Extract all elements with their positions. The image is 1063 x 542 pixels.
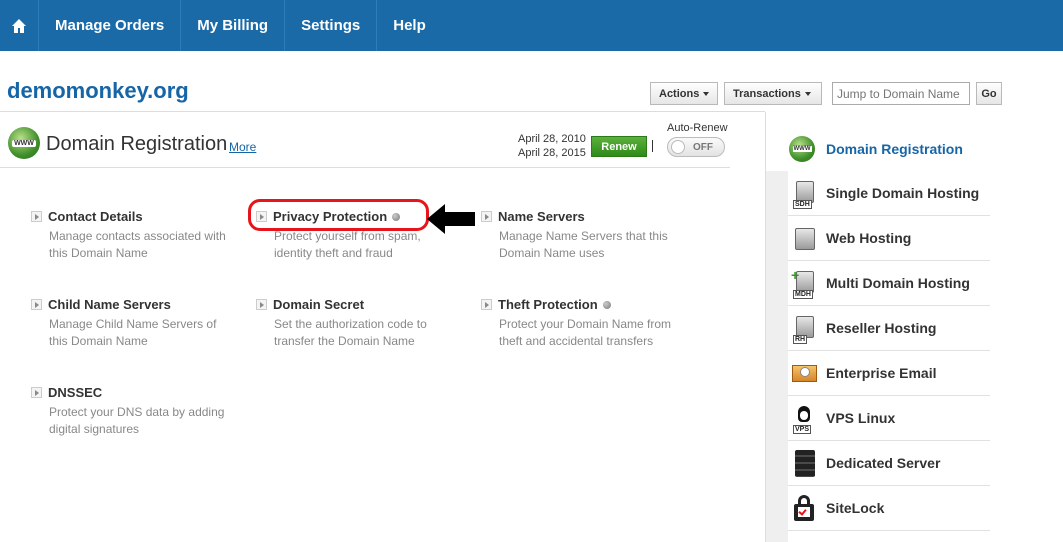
item-title[interactable]: Child Name Servers xyxy=(48,297,171,312)
auto-renew-toggle[interactable]: OFF xyxy=(667,137,725,157)
expand-arrow-icon xyxy=(481,211,492,222)
item-description: Manage contacts associated with this Doma… xyxy=(49,229,226,260)
status-dot-icon xyxy=(602,300,611,309)
sidebar-item-web-hosting[interactable]: Web Hosting xyxy=(788,216,990,261)
expiry-date: April 28, 2015 xyxy=(518,147,586,159)
divider xyxy=(0,111,765,112)
item-theft-protection[interactable]: Theft Protection Protect your Domain Nam… xyxy=(481,297,691,350)
item-description: Protect your Domain Name from theft and a… xyxy=(499,317,672,348)
transactions-label: Transactions xyxy=(733,87,801,100)
item-child-name-servers[interactable]: Child Name Servers Manage Child Name Ser… xyxy=(31,297,241,350)
expand-arrow-icon xyxy=(31,299,42,310)
renew-button[interactable]: Renew xyxy=(591,136,647,157)
item-title[interactable]: DNSSEC xyxy=(48,385,102,400)
top-nav: Manage Orders My Billing Settings Help xyxy=(0,0,1063,51)
toggle-knob xyxy=(671,140,685,154)
sidebar-item-reseller-hosting[interactable]: RH Reseller Hosting xyxy=(788,306,990,351)
nav-help[interactable]: Help xyxy=(376,0,442,51)
sidebar-shade xyxy=(766,171,788,542)
linux-penguin-icon: VPS xyxy=(791,404,817,434)
pointer-arrow-icon xyxy=(427,204,475,234)
item-contact-details[interactable]: Contact Details Manage contacts associat… xyxy=(31,209,241,262)
sidebar-item-vps-linux[interactable]: VPS VPS Linux xyxy=(788,396,990,441)
item-title[interactable]: Theft Protection xyxy=(498,297,598,312)
go-button[interactable]: Go xyxy=(976,82,1002,105)
lock-icon xyxy=(791,494,817,522)
transactions-dropdown[interactable]: Transactions xyxy=(724,82,822,105)
item-dnssec[interactable]: DNSSEC Protect your DNS data by adding di… xyxy=(31,385,241,438)
sidebar-item-label: Dedicated Server xyxy=(826,455,941,471)
caret-down-icon xyxy=(804,91,811,96)
sidebar-item-domain-registration[interactable]: WWW Domain Registration xyxy=(788,127,1018,171)
auto-renew-label: Auto-Renew xyxy=(667,122,728,134)
caret-down-icon xyxy=(703,91,710,96)
item-title[interactable]: Domain Secret xyxy=(273,297,364,312)
domain-title: demomonkey.org xyxy=(7,78,189,103)
actions-label: Actions xyxy=(659,87,700,100)
sidebar-item-label: Enterprise Email xyxy=(826,365,937,381)
www-globe-icon: WWW xyxy=(8,127,40,159)
sidebar-item-label: Web Hosting xyxy=(826,230,912,246)
sidebar-item-label: Domain Registration xyxy=(826,141,963,157)
www-globe-icon: WWW xyxy=(789,136,815,162)
email-envelope-icon xyxy=(791,359,817,387)
server-rh-icon: RH xyxy=(791,314,817,344)
dedicated-server-icon xyxy=(791,449,817,477)
expand-arrow-icon xyxy=(481,299,492,310)
item-description: Protect your DNS data by adding digital s… xyxy=(49,405,225,436)
nav-manage-orders[interactable]: Manage Orders xyxy=(38,0,180,51)
server-mdh-icon: + MDH xyxy=(791,267,817,299)
expand-arrow-icon xyxy=(256,299,267,310)
jump-to-domain-input[interactable] xyxy=(832,82,970,105)
nav-my-billing[interactable]: My Billing xyxy=(180,0,284,51)
item-description: Manage Name Servers that this Domain Name… xyxy=(499,229,668,260)
home-icon[interactable] xyxy=(0,0,38,51)
sidebar-item-dedicated-server[interactable]: Dedicated Server xyxy=(788,441,990,486)
sidebar-item-label: VPS Linux xyxy=(826,410,896,426)
item-title[interactable]: Name Servers xyxy=(498,209,585,224)
nav-settings[interactable]: Settings xyxy=(284,0,376,51)
separator xyxy=(652,140,653,152)
expand-arrow-icon xyxy=(31,387,42,398)
sidebar-item-label: Single Domain Hosting xyxy=(826,185,980,201)
sidebar-item-enterprise-email[interactable]: Enterprise Email xyxy=(788,351,990,396)
item-name-servers[interactable]: Name Servers Manage Name Servers that th… xyxy=(481,209,691,262)
item-description: Manage Child Name Servers of this Domain … xyxy=(49,317,217,348)
divider xyxy=(0,167,730,168)
highlight-ring xyxy=(248,199,429,231)
toggle-state: OFF xyxy=(693,141,713,153)
item-title[interactable]: Contact Details xyxy=(48,209,143,224)
item-domain-secret[interactable]: Domain Secret Set the authorization code… xyxy=(256,297,466,350)
server-icon xyxy=(791,224,817,252)
item-description: Set the authorization code to transfer th… xyxy=(274,317,427,348)
section-title: Domain Registration xyxy=(46,133,228,155)
sidebar-item-label: Multi Domain Hosting xyxy=(826,275,970,291)
sidebar-item-sitelock[interactable]: SiteLock xyxy=(788,486,990,531)
sidebar-item-label: SiteLock xyxy=(826,500,885,516)
server-sdh-icon: SDH xyxy=(791,179,817,209)
more-link[interactable]: More xyxy=(229,140,256,154)
actions-dropdown[interactable]: Actions xyxy=(650,82,718,105)
expand-arrow-icon xyxy=(31,211,42,222)
sidebar-item-multi-domain-hosting[interactable]: + MDH Multi Domain Hosting xyxy=(788,261,990,306)
sidebar-item-single-domain-hosting[interactable]: SDH Single Domain Hosting xyxy=(788,171,990,216)
sidebar-item-label: Reseller Hosting xyxy=(826,320,937,336)
registration-date: April 28, 2010 xyxy=(518,133,586,145)
